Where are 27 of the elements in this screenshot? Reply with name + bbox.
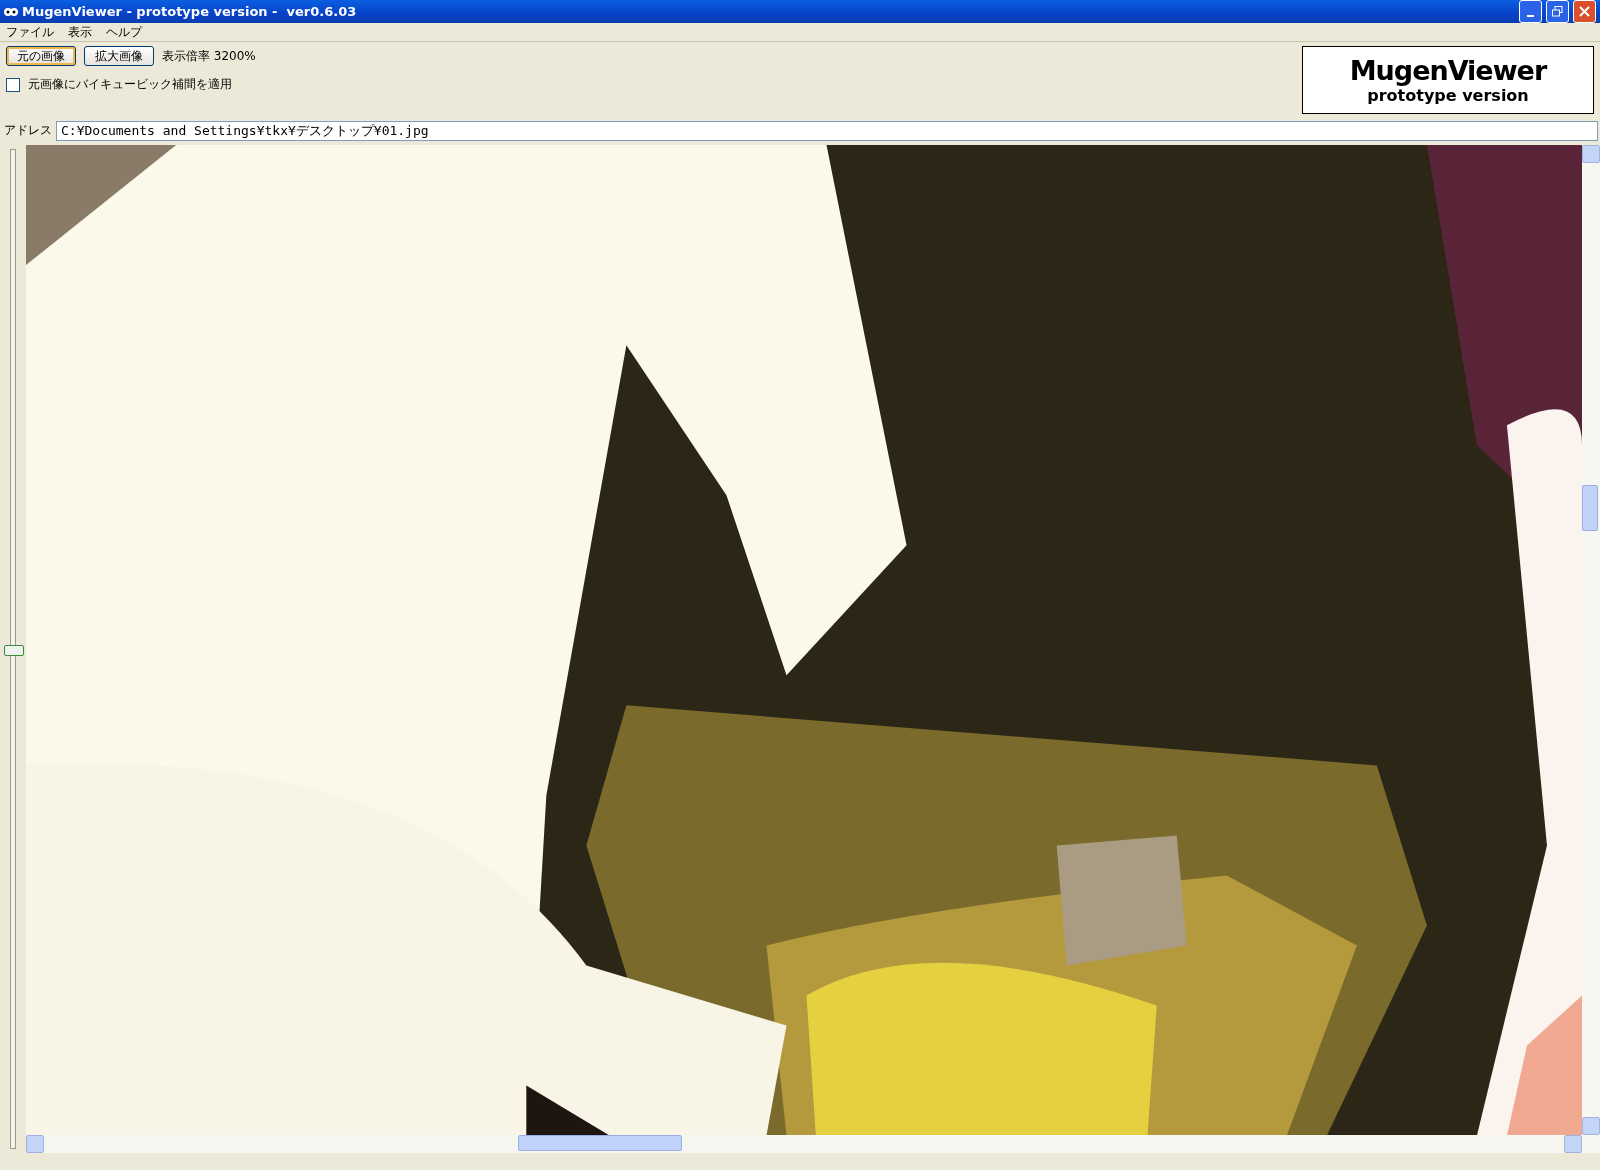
close-button[interactable] <box>1573 0 1596 23</box>
window-title: MugenViewer - prototype version - ver0.6.03 <box>22 4 358 19</box>
scroll-up-button[interactable] <box>1582 144 1600 163</box>
logo-subtitle: prototype version <box>1367 86 1529 106</box>
checkbox[interactable] <box>6 78 20 92</box>
restore-button[interactable] <box>1546 0 1569 23</box>
app-icon <box>4 6 18 17</box>
menu-item[interactable]: ファイル <box>6 23 54 41</box>
zoom-ratio-label: 表示倍率 3200% <box>162 48 256 65</box>
menu-item[interactable]: ヘルプ <box>106 23 142 41</box>
checkbox-label: 元画像にバイキュービック補間を適用 <box>28 76 232 94</box>
scroll-left-button[interactable] <box>26 1135 44 1154</box>
scroll-right-button[interactable] <box>1564 1135 1582 1154</box>
address-label: アドレス <box>4 122 52 140</box>
scroll-down-button[interactable] <box>1582 1117 1600 1136</box>
minimize-icon <box>1527 14 1534 17</box>
menu-item[interactable]: 表示 <box>68 23 92 41</box>
zoom-slider-thumb[interactable] <box>4 645 24 657</box>
logo-title: MugenViewer <box>1349 55 1547 87</box>
close-icon <box>1579 6 1590 17</box>
minimize-button[interactable] <box>1519 0 1542 23</box>
view-mode-button[interactable]: 拡大画像 <box>84 46 154 67</box>
restore-icon <box>1552 6 1563 17</box>
view-mode-button[interactable]: 元の画像 <box>6 46 76 67</box>
scroll-thumb[interactable] <box>1582 484 1598 531</box>
scroll-thumb[interactable] <box>518 1135 682 1152</box>
address-field[interactable]: C:¥Documents and Settings¥tkx¥デスクトップ¥01.jpg <box>56 120 1598 141</box>
